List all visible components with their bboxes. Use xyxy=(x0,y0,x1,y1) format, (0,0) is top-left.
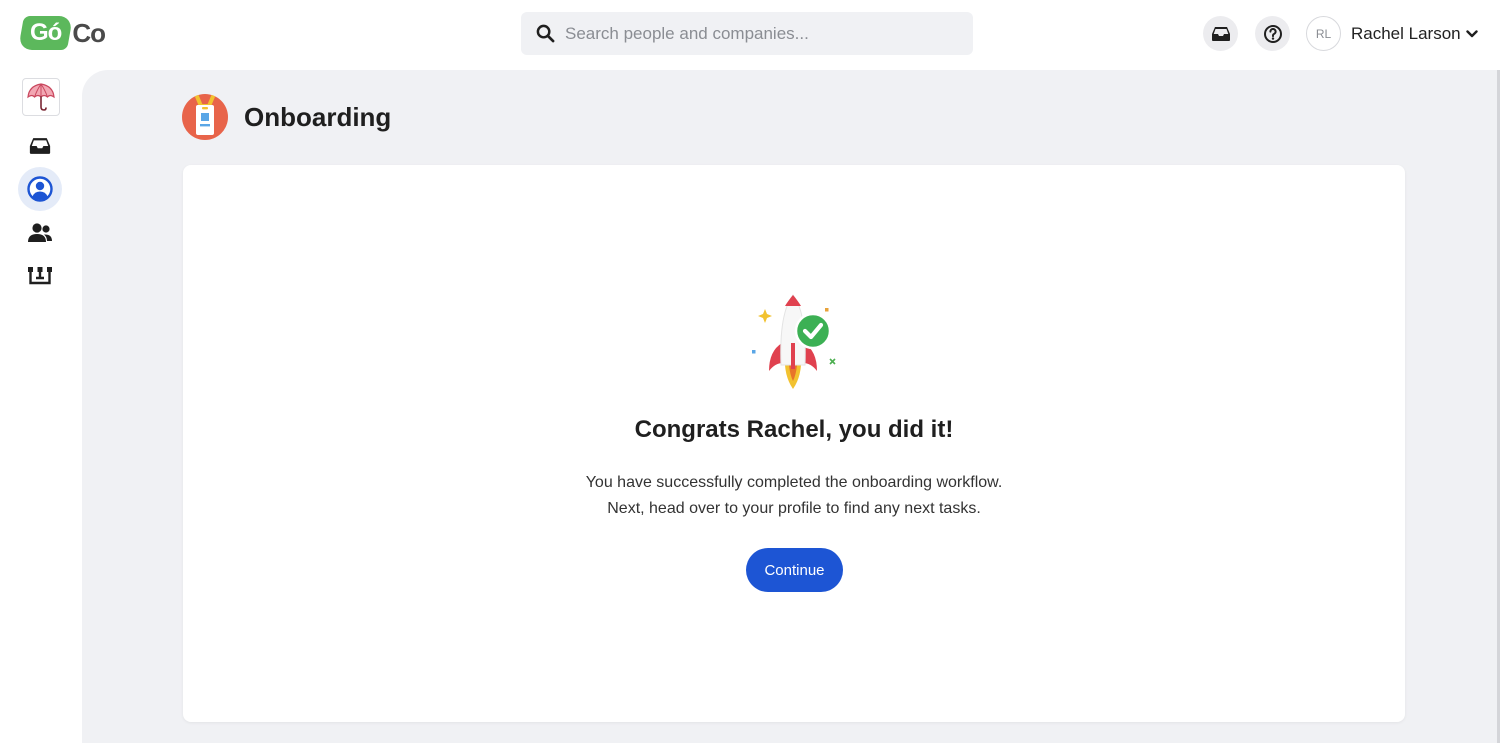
help-icon xyxy=(1263,24,1282,43)
completion-message-line-1: You have successfully completed the onbo… xyxy=(585,474,1003,491)
continue-button[interactable]: Continue xyxy=(746,548,843,592)
umbrella-icon xyxy=(27,83,55,111)
completion-card: Congrats Rachel, you did it! You have su… xyxy=(183,165,1405,722)
sidebar-item-inbox[interactable] xyxy=(18,124,62,168)
inbox-button[interactable] xyxy=(1203,16,1238,51)
badge-icon xyxy=(182,94,228,140)
search-bar[interactable] xyxy=(521,12,973,55)
org-chart-icon xyxy=(28,267,52,285)
help-button[interactable] xyxy=(1255,16,1290,51)
logo-badge: Gó xyxy=(18,16,74,50)
company-logo-button[interactable] xyxy=(22,78,60,116)
inbox-icon xyxy=(29,138,51,154)
users-icon xyxy=(28,223,52,242)
page-title: Onboarding xyxy=(244,101,392,132)
inbox-icon xyxy=(1211,26,1230,41)
search-input[interactable] xyxy=(565,18,945,49)
logo-badge-text: Gó xyxy=(30,19,62,46)
avatar: RL xyxy=(1306,16,1341,51)
user-name: Rachel Larson xyxy=(1351,23,1461,43)
user-circle-icon xyxy=(27,176,53,202)
top-bar: Gó Co RL Rachel Larson xyxy=(0,0,1500,70)
user-menu[interactable]: RL Rachel Larson xyxy=(1306,16,1478,51)
rocket-check-icon xyxy=(752,294,836,389)
sidebar-item-my-profile[interactable] xyxy=(18,167,62,211)
completion-message-line-2: Next, head over to your profile to find … xyxy=(607,500,981,517)
page-header: Onboarding xyxy=(182,94,391,140)
goco-logo[interactable]: Gó Co xyxy=(18,16,106,50)
main-content: Onboarding Congrats Rachel, you did it! … xyxy=(82,70,1500,743)
sidebar-item-org-chart[interactable] xyxy=(18,254,62,298)
logo-text: Co xyxy=(72,17,106,48)
sidebar-item-people[interactable] xyxy=(18,211,62,255)
chevron-down-icon xyxy=(1465,29,1478,37)
sidebar xyxy=(0,70,82,743)
search-icon xyxy=(536,24,555,43)
congrats-heading: Congrats Rachel, you did it! xyxy=(634,416,954,443)
